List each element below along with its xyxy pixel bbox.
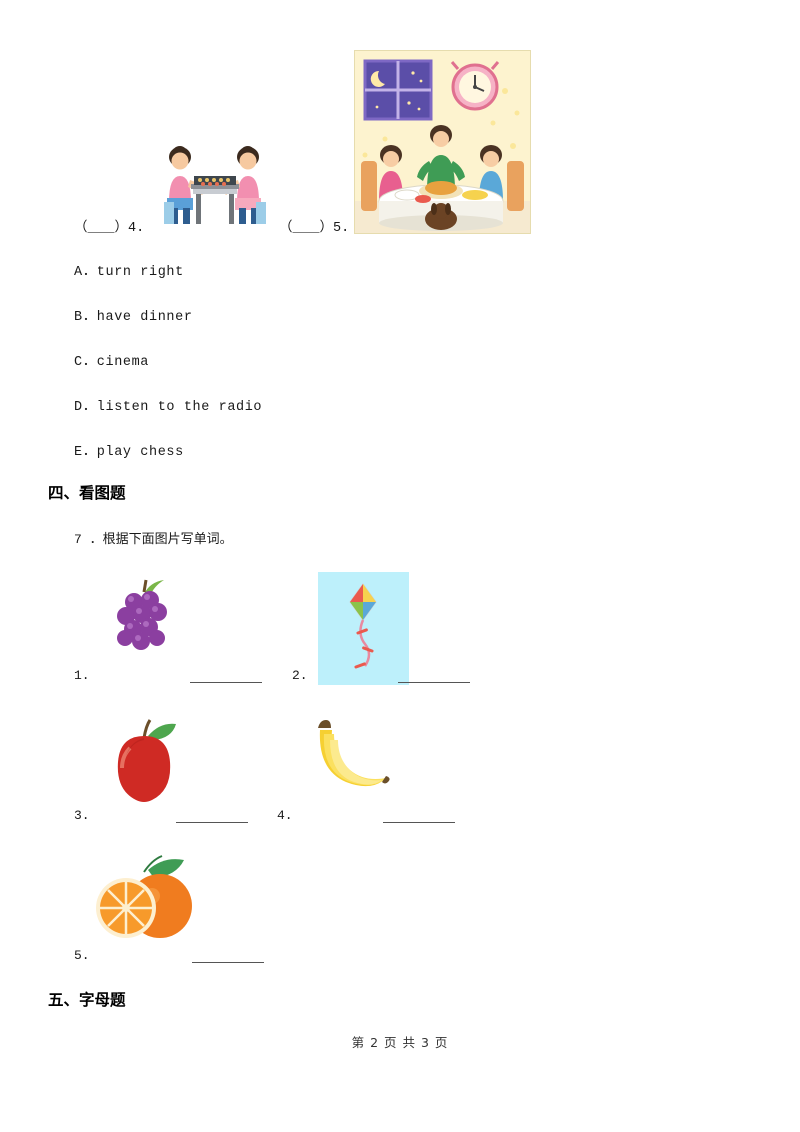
kite-picture (318, 572, 409, 685)
option-c: C．cinema (74, 355, 150, 370)
page-footer: 第 2 页 共 3 页 (351, 1035, 449, 1050)
picture-item-5-number: 5. (74, 948, 90, 963)
apple-picture (100, 712, 188, 804)
picture-item-1-blank[interactable] (190, 682, 262, 683)
picture-item-1-number: 1. (74, 668, 90, 683)
picture-item-2-number: 2. (292, 668, 308, 683)
option-a: A．turn right (74, 265, 184, 280)
orange-picture (92, 852, 200, 947)
match-item-4-label: （＿＿）4. (74, 221, 145, 236)
banana-picture (300, 718, 390, 802)
picture-item-4-number: 4. (277, 808, 293, 823)
section-four-question: 7 ．根据下面图片写单词。 (74, 532, 233, 547)
picture-item-3-number: 3. (74, 808, 90, 823)
chess-picture (160, 140, 270, 232)
picture-item-3-blank[interactable] (176, 822, 248, 823)
picture-item-5-blank[interactable] (192, 962, 264, 963)
worksheet-page: （＿＿）4. （＿＿）5. A．turn right B．have dinner… (0, 0, 800, 1132)
picture-item-2-blank[interactable] (398, 682, 470, 683)
grapes-picture (100, 578, 190, 663)
option-d: D．listen to the radio (74, 400, 263, 415)
picture-item-4-blank[interactable] (383, 822, 455, 823)
dinner-picture (354, 50, 531, 234)
option-b: B．have dinner (74, 310, 193, 325)
option-e: E．play chess (74, 445, 184, 460)
section-five-heading: 五、字母题 (48, 991, 126, 1009)
section-four-heading: 四、看图题 (48, 484, 126, 502)
match-item-5-label: （＿＿）5. (279, 221, 350, 236)
